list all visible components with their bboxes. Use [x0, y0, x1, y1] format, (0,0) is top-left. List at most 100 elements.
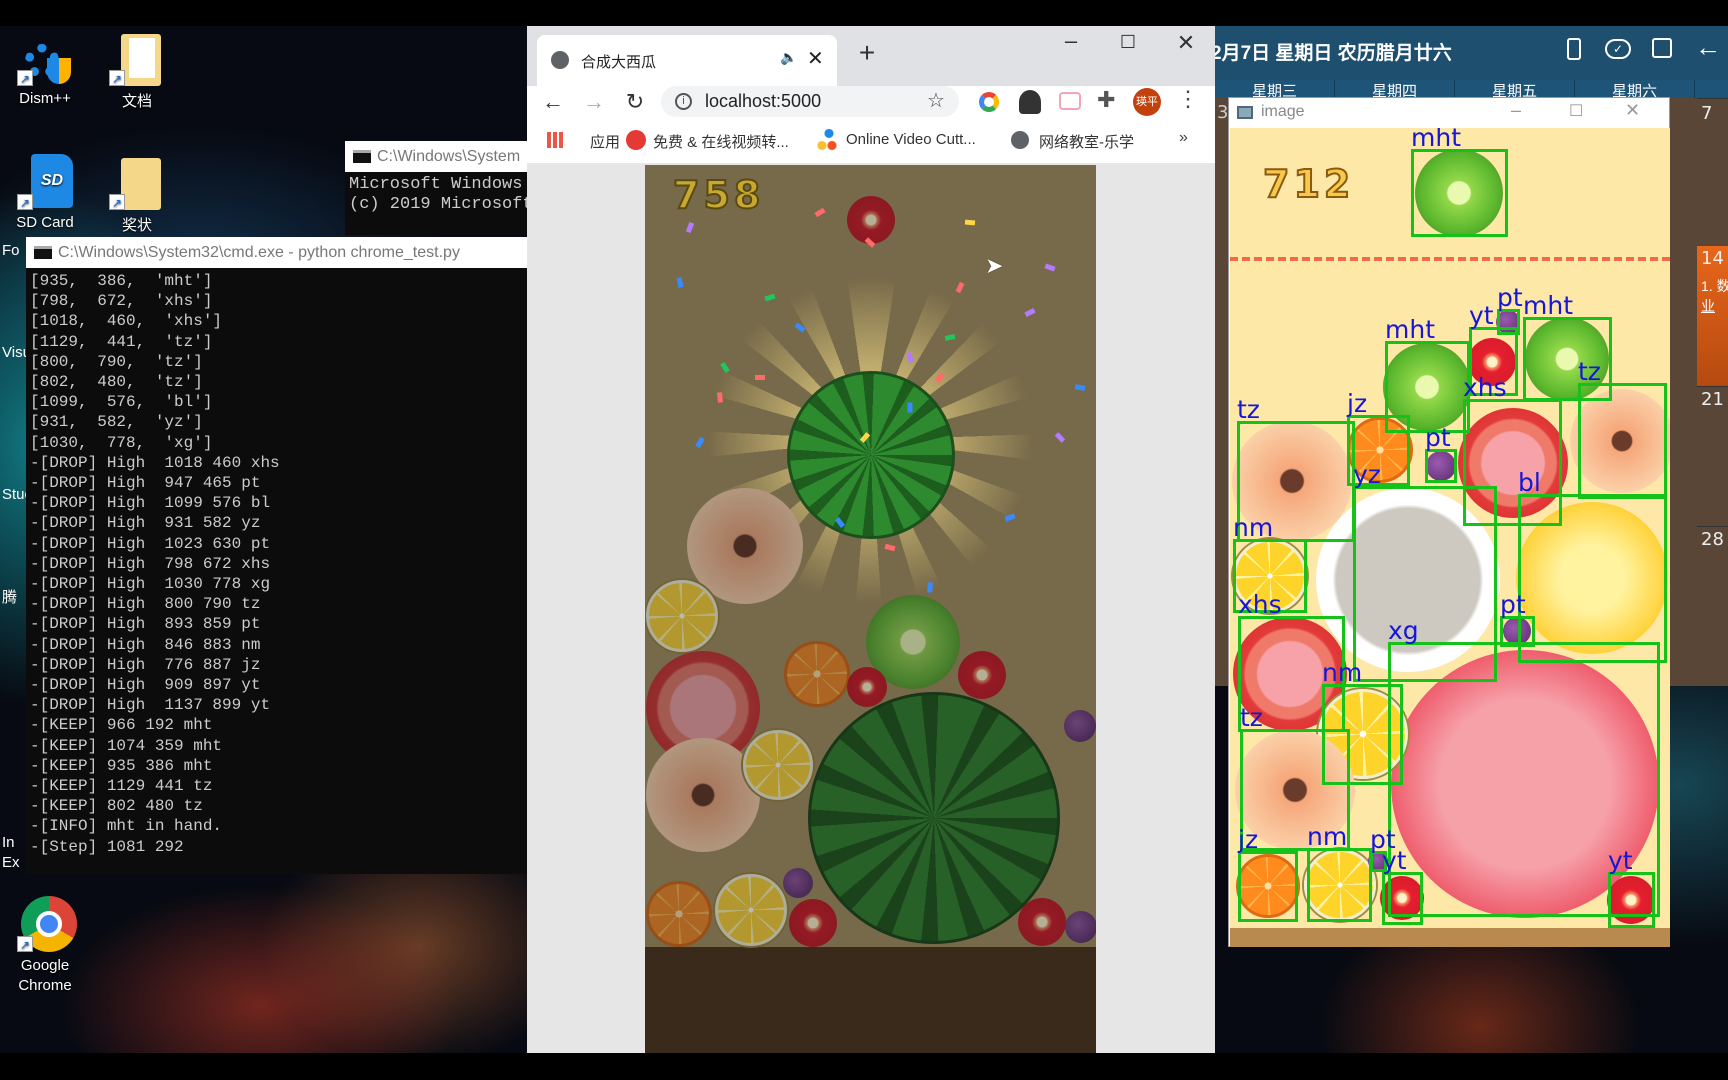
detection-box — [1382, 872, 1423, 925]
detection-box — [1425, 449, 1457, 483]
game-canvas[interactable]: 758 ➤ — [645, 165, 1096, 1053]
calendar-date: 2月7日 星期日 农历腊月廿六 — [1211, 43, 1452, 64]
detection-box — [1497, 309, 1520, 335]
straw-fruit — [958, 651, 1006, 699]
phone-icon[interactable] — [1567, 38, 1581, 60]
title-bar[interactable]: C:\Windows\System — [345, 141, 527, 172]
back-arrow-icon[interactable]: ← — [1695, 32, 1721, 63]
desktop-icon-chrome[interactable]: ↗ Google Chrome — [0, 896, 90, 996]
desktop-icon-certificates[interactable]: ↗ 奖状 — [92, 154, 182, 235]
lemon-fruit — [715, 874, 787, 946]
back-icon[interactable]: ← — [535, 89, 571, 115]
menu-kebab-icon[interactable]: ⋮ — [1177, 86, 1199, 112]
mouse-cursor-icon: ➤ — [985, 253, 1004, 278]
partial-icon-label: In — [2, 834, 15, 851]
forward-icon[interactable]: → — [576, 89, 612, 115]
close-button[interactable]: ✕ — [1625, 100, 1640, 121]
tab-active[interactable]: 合成大西瓜 🔈 ✕ — [537, 35, 837, 87]
cmd-window[interactable]: C:\Windows\System32\cmd.exe - python chr… — [26, 237, 527, 874]
peach-fruit — [646, 738, 760, 852]
calendar-cell[interactable]: 7 — [1697, 98, 1728, 246]
speaker-icon[interactable]: 🔈 — [780, 49, 797, 66]
calendar-cell-event[interactable]: 14 1. 数 业 — [1697, 246, 1728, 386]
address-bar[interactable]: i localhost:5000 ☆ — [661, 86, 959, 117]
url-text[interactable]: localhost:5000 — [705, 91, 821, 112]
calendar-cell[interactable]: 21 — [1697, 386, 1728, 526]
confetti — [1054, 432, 1066, 443]
detection-box — [1608, 872, 1655, 928]
cmd-window-background[interactable]: C:\Windows\System Microsoft Windows (c) 2… — [345, 141, 527, 235]
confetti — [907, 402, 913, 413]
minimize-button[interactable]: – — [1511, 100, 1521, 121]
terminal-line: -[DROP] High 1137 899 yt — [30, 696, 271, 715]
terminal-line: -[KEEP] 1129 441 tz — [30, 777, 213, 796]
image-window[interactable]: image – ☐ ✕ 712 mht mht yt pt mht tz xhs tz jz pt… — [1228, 97, 1670, 947]
google-extension-icon[interactable] — [979, 92, 999, 112]
maximize-button[interactable]: ☐ — [1569, 101, 1583, 121]
weekday-header: 星期四 — [1335, 80, 1455, 100]
terminal-line: [802, 480, 'tz'] — [30, 373, 203, 392]
terminal-line: [931, 582, 'yz'] — [30, 413, 203, 432]
terminal-line: -[DROP] High 846 883 nm — [30, 635, 261, 654]
terminal-output: [935, 386, 'mht'] [798, 672, 'xhs'] [1018,… — [26, 268, 527, 874]
detection-label: yt — [1608, 846, 1633, 875]
window-title: image — [1261, 103, 1305, 120]
detection-label: yt — [1469, 301, 1494, 330]
desktop-icon-documents[interactable]: ↗ 文档 — [92, 30, 182, 111]
more-bookmarks-button[interactable]: » — [1179, 129, 1188, 147]
octocat-extension-icon[interactable] — [1019, 90, 1041, 114]
desktop-icon-dism[interactable]: ↗ Dism++ — [0, 30, 90, 107]
bookmark-item[interactable]: 网络教室-乐学 — [1039, 131, 1134, 152]
toolbar: ← → ↻ i localhost:5000 ☆ ✚ 瑛平 ⋮ 应用 免费 & … — [527, 86, 1215, 163]
new-tab-button[interactable]: + — [849, 37, 885, 69]
grape-fruit — [1064, 710, 1096, 742]
maximize-button[interactable]: ☐ — [1110, 32, 1146, 53]
danger-line — [1230, 257, 1670, 261]
title-bar[interactable]: C:\Windows\System32\cmd.exe - python chr… — [26, 237, 527, 268]
straw-fruit — [847, 667, 887, 707]
detection-label: xhs — [1463, 373, 1507, 402]
detection-label: nm — [1307, 822, 1348, 851]
confetti — [814, 207, 826, 218]
detection-box — [1578, 383, 1667, 499]
convert-icon — [626, 130, 646, 150]
peach-fruit — [687, 488, 803, 604]
terminal-line: -[DROP] High 893 859 pt — [30, 615, 261, 634]
star-icon[interactable]: ☆ — [927, 88, 945, 113]
globe-icon — [551, 51, 569, 69]
terminal-line: [935, 386, 'mht'] — [30, 272, 213, 290]
terminal-line: -[KEEP] 802 480 tz — [30, 797, 203, 816]
terminal-line: -[DROP] High 909 897 yt — [30, 676, 261, 695]
icon-label: Dism++ — [19, 90, 71, 107]
title-bar[interactable]: image – ☐ ✕ — [1229, 98, 1669, 128]
icon-label: SD Card — [16, 214, 74, 231]
close-button[interactable]: ✕ — [1168, 30, 1204, 56]
bookmark-apps[interactable]: 应用 — [590, 131, 620, 152]
chrome-icon: ↗ — [17, 896, 77, 952]
tab-close-icon[interactable]: ✕ — [807, 46, 824, 71]
confetti — [964, 219, 976, 226]
profile-avatar[interactable]: 瑛平 — [1133, 88, 1161, 116]
event-text: 业 — [1701, 298, 1715, 314]
detection-label: tz — [1240, 703, 1263, 732]
desktop-icon-sdcard[interactable]: SD ↗ SD Card — [0, 154, 90, 231]
chrome-window: 合成大西瓜 🔈 ✕ + – ☐ ✕ ← → ↻ i localhost:5000… — [527, 26, 1215, 1053]
cloud-check-icon[interactable]: ✓ — [1605, 39, 1631, 59]
sd-card-icon: SD ↗ — [17, 154, 73, 210]
detection-label: jz — [1238, 825, 1259, 854]
calendar-icon[interactable] — [1652, 38, 1672, 58]
reload-icon[interactable]: ↻ — [617, 89, 653, 115]
bookmarks-bar: 应用 免费 & 在线视频转... Online Video Cutt... 网络… — [527, 124, 1215, 160]
bookmark-item[interactable]: 免费 & 在线视频转... — [653, 131, 789, 152]
detection-label: xg — [1388, 616, 1419, 645]
minimize-button[interactable]: – — [1053, 28, 1089, 54]
detection-image: 712 mht mht yt pt mht tz xhs tz jz pt yz bl nm pt xg xh… — [1230, 128, 1670, 947]
bilibili-extension-icon[interactable] — [1059, 92, 1081, 110]
detection-box — [1518, 494, 1667, 663]
weekday-header: 星期六 — [1575, 80, 1695, 100]
puzzle-extensions-icon[interactable]: ✚ — [1097, 87, 1115, 113]
lemon-fruit — [743, 730, 813, 800]
bookmark-item[interactable]: Online Video Cutt... — [846, 131, 976, 148]
terminal-line: -[KEEP] 966 192 mht — [30, 716, 213, 735]
calendar-cell[interactable]: 28 — [1697, 526, 1728, 686]
